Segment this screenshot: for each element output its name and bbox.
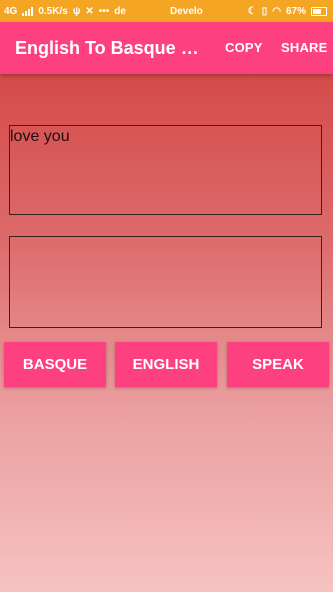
tools-icon: ✕ — [85, 5, 94, 17]
output-text-field[interactable] — [9, 236, 322, 328]
copy-button[interactable]: COPY — [225, 22, 263, 74]
app-bar: English To Basque Co... COPY SHARE — [0, 22, 333, 74]
app-title: English To Basque Co... — [15, 38, 210, 58]
network-speed: 0.5K/s — [38, 5, 68, 17]
status-left: 4G 0.5K/s ψ ✕ ••• de — [4, 0, 126, 22]
status-bar: 4G 0.5K/s ψ ✕ ••• de Develo ☾ ▯ ◠ 67% — [0, 0, 333, 22]
more-dots: ••• — [98, 5, 110, 17]
usb-icon: ψ — [72, 5, 81, 17]
carrier-name: Develo — [170, 5, 203, 17]
network-type: 4G — [4, 5, 18, 17]
battery-percent: 67% — [285, 5, 306, 17]
status-right: ☾ ▯ ◠ 67% — [248, 0, 327, 22]
app-fragment: de — [114, 5, 126, 17]
moon-icon: ☾ — [247, 5, 257, 17]
share-button[interactable]: SHARE — [281, 22, 328, 74]
english-button[interactable]: ENGLISH — [115, 342, 217, 387]
basque-button[interactable]: BASQUE — [4, 342, 106, 387]
speak-button[interactable]: SPEAK — [227, 342, 329, 387]
signal-icon — [22, 6, 34, 16]
vibrate-icon: ▯ — [261, 5, 268, 17]
status-center: Develo — [170, 0, 203, 22]
wifi-icon: ◠ — [272, 5, 281, 17]
battery-icon — [311, 6, 327, 16]
input-text-field[interactable]: love you — [9, 125, 322, 215]
